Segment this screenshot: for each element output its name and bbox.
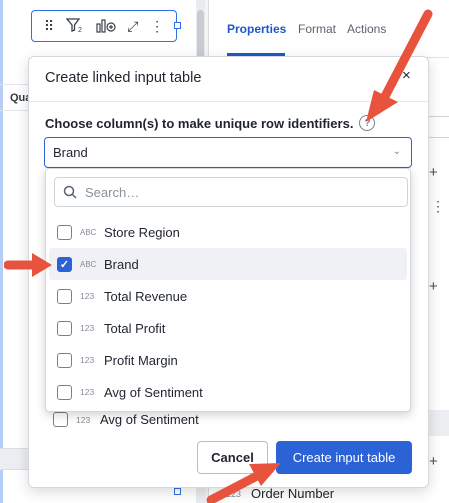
expand-icon[interactable]: ⤢ bbox=[127, 19, 138, 33]
checkbox[interactable] bbox=[57, 224, 72, 240]
list-item[interactable]: ABC Store Region bbox=[49, 216, 407, 248]
number-type-icon: 123 bbox=[76, 414, 91, 425]
selected-value: Brand bbox=[53, 145, 88, 160]
list-item[interactable]: 123 Total Revenue bbox=[49, 280, 407, 312]
number-type-icon: 123 bbox=[80, 387, 95, 397]
chevron-down-icon[interactable]: ⌄ bbox=[393, 146, 401, 157]
option-label: Store Region bbox=[104, 224, 180, 240]
list-item[interactable]: 123 Avg of Sentiment bbox=[49, 376, 407, 408]
divider bbox=[29, 101, 428, 102]
tab-properties[interactable]: Properties bbox=[227, 22, 286, 36]
option-label: Profit Margin bbox=[104, 352, 178, 368]
search-icon bbox=[63, 185, 77, 199]
tab-format[interactable]: Format bbox=[298, 22, 336, 36]
text-type-icon: ABC bbox=[80, 227, 97, 237]
resize-handle[interactable] bbox=[174, 488, 181, 495]
add-icon[interactable]: + bbox=[429, 164, 438, 181]
tab-actions[interactable]: Actions bbox=[347, 22, 386, 36]
panel-tabs: Properties Format Actions bbox=[209, 0, 449, 58]
selection-edge bbox=[0, 0, 3, 503]
list-item[interactable]: 123 Profit Margin bbox=[49, 344, 407, 376]
checkbox[interactable] bbox=[53, 412, 68, 427]
option-label: Total Revenue bbox=[104, 288, 188, 304]
create-input-table-button[interactable]: Create input table bbox=[276, 441, 412, 474]
list-item[interactable]: 123 Avg of Sentiment bbox=[53, 412, 199, 427]
close-icon[interactable]: × bbox=[402, 67, 411, 84]
dialog-title: Create linked input table bbox=[45, 70, 202, 86]
element-toolbar: ⠿ 2 ⤢ ⋮ bbox=[31, 10, 177, 42]
add-icon[interactable]: + bbox=[429, 278, 438, 295]
panel-field-order-number[interactable]: 123 Order Number bbox=[226, 486, 334, 501]
option-label: Avg of Sentiment bbox=[100, 412, 199, 427]
checkbox[interactable] bbox=[57, 320, 72, 336]
number-type-icon: 123 bbox=[80, 355, 95, 365]
drag-handle-icon[interactable]: ⠿ bbox=[44, 19, 54, 33]
checkbox-checked[interactable]: ✓ bbox=[57, 256, 72, 272]
checkbox[interactable] bbox=[57, 384, 72, 400]
search-input[interactable] bbox=[85, 184, 385, 200]
panel-input[interactable] bbox=[427, 116, 449, 138]
add-icon[interactable]: + bbox=[429, 453, 438, 470]
cancel-button[interactable]: Cancel bbox=[197, 441, 268, 474]
option-label: Avg of Sentiment bbox=[104, 384, 203, 400]
option-label: Brand bbox=[104, 256, 139, 272]
search-field[interactable] bbox=[54, 177, 408, 207]
list-item[interactable]: ✓ ABC Brand bbox=[49, 248, 407, 280]
column-dropdown: ABC Store Region ✓ ABC Brand 123 Total R… bbox=[45, 168, 411, 412]
identifier-columns-select[interactable]: Brand ⌄ bbox=[44, 137, 412, 168]
number-type-icon: 123 bbox=[226, 488, 242, 499]
identifier-columns-label: Choose column(s) to make unique row iden… bbox=[45, 115, 376, 131]
more-vertical-icon[interactable]: ⋮ bbox=[431, 198, 445, 215]
more-vertical-icon[interactable]: ⋮ bbox=[150, 19, 164, 33]
filter-icon[interactable]: 2 bbox=[65, 17, 84, 35]
resize-handle[interactable] bbox=[174, 22, 181, 29]
checkbox[interactable] bbox=[57, 352, 72, 368]
option-label: Total Profit bbox=[104, 320, 166, 336]
help-icon[interactable]: ? bbox=[359, 115, 376, 131]
svg-text:2: 2 bbox=[78, 27, 82, 33]
chart-add-icon[interactable] bbox=[95, 17, 116, 35]
checkbox[interactable] bbox=[57, 288, 72, 304]
list-item[interactable]: 123 Total Profit bbox=[49, 312, 407, 344]
label-text: Choose column(s) to make unique row iden… bbox=[45, 115, 354, 131]
number-type-icon: 123 bbox=[80, 291, 95, 301]
number-type-icon: 123 bbox=[80, 323, 95, 333]
text-type-icon: ABC bbox=[80, 259, 97, 269]
field-label: Order Number bbox=[251, 486, 335, 501]
